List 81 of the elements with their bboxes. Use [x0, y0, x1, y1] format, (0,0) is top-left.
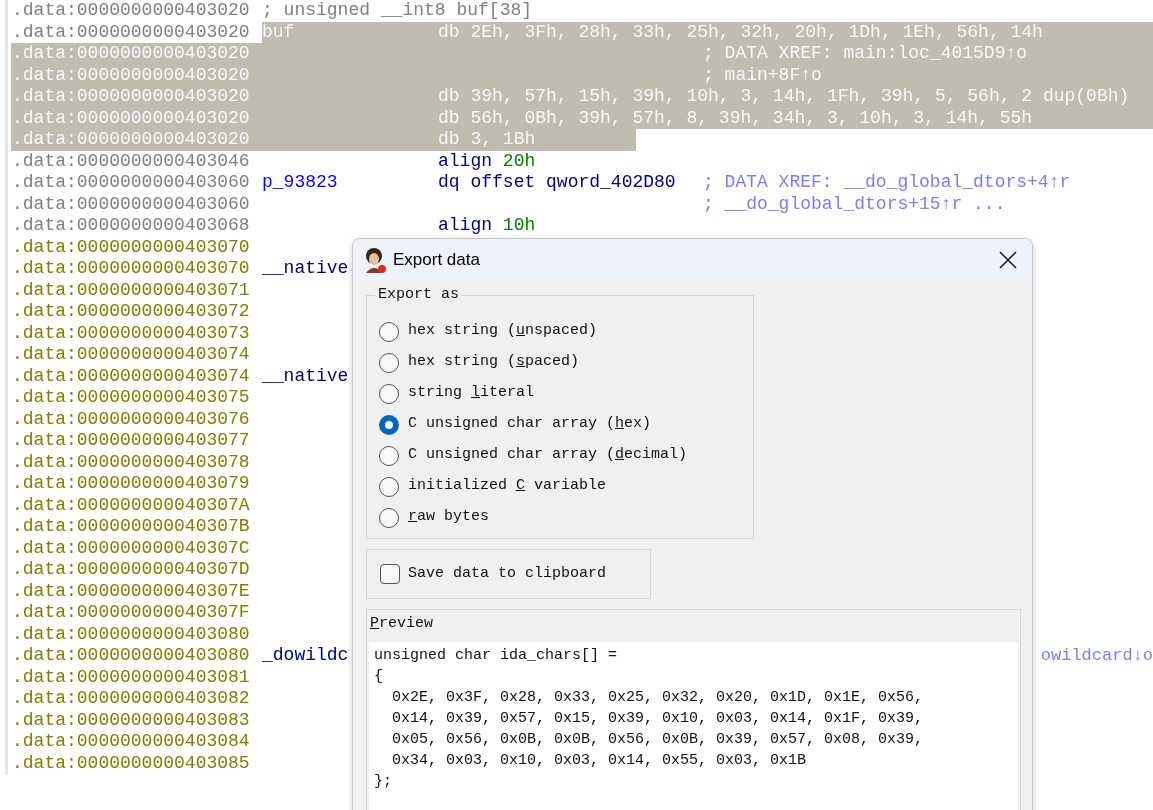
- instruction-text: db 2Eh, 3Fh, 28h, 33h, 25h, 32h, 20h, 1Dh, 1Eh, 56h, 14h: [438, 21, 1043, 42]
- close-icon: [999, 251, 1017, 269]
- comment-text: ; __do_global_dtors+15↑r ...: [703, 193, 1006, 215]
- address-text: .data:0000000000403080: [12, 623, 250, 644]
- address-text: .data:0000000000403075: [12, 387, 250, 407]
- radio-label: raw bytes: [408, 507, 490, 528]
- label-text: __native: [262, 365, 349, 386]
- address-text: .data:0000000000403046: [12, 150, 250, 171]
- address-text: .data:0000000000403085: [12, 752, 250, 773]
- address-text: .data:0000000000403079: [12, 473, 250, 493]
- comment-text: ; main+8F↑o: [703, 64, 822, 86]
- address-text: .data:0000000000403071: [12, 279, 250, 300]
- address-text: .data:0000000000403020: [12, 21, 250, 42]
- address-text: .data:0000000000403080: [12, 645, 250, 665]
- address-text: .data:0000000000403073: [12, 322, 250, 343]
- code-line: unsigned char ida_chars[] =: [374, 646, 618, 666]
- code-line: {: [374, 667, 383, 687]
- address-text: .data:0000000000403083: [12, 709, 250, 730]
- instruction-text: dq offset qword_402D80: [438, 172, 676, 192]
- radio-label: hex string (unspaced): [408, 321, 598, 342]
- instruction-text: db 56h, 0Bh, 39h, 57h, 8, 39h, 34h, 3, 10h, 3, 14h, 55h: [438, 107, 1033, 128]
- address-text: .data:0000000000403077: [12, 430, 250, 450]
- address-text: .data:0000000000403060: [12, 193, 250, 214]
- code-line: 0x34, 0x03, 0x10, 0x03, 0x14, 0x55, 0x03, 0x1B: [391, 751, 807, 771]
- address-text: .data:0000000000403072: [12, 301, 250, 321]
- address-text: .data:0000000000403060: [12, 172, 250, 192]
- radio-label: C unsigned char array (hex): [408, 414, 652, 435]
- address-text: .data:0000000000403074: [12, 365, 250, 386]
- address-text: .data:000000000040307C: [12, 537, 250, 558]
- comment-text: ; DATA XREF: main:loc_4015D9↑o: [703, 43, 1028, 65]
- code-line: 0x2E, 0x3F, 0x28, 0x33, 0x25, 0x32, 0x20, 0x1D, 0x1E, 0x56,: [391, 688, 924, 708]
- label-text: buf: [262, 21, 295, 42]
- label-text: __native: [262, 258, 349, 278]
- address-text: .data:0000000000403020: [12, 64, 250, 85]
- label-text: p_93823: [262, 172, 338, 192]
- checkbox-label: Save data to clipboard: [408, 563, 607, 584]
- comment-text: owildcard↓o: [1040, 645, 1153, 667]
- preview-label: Preview: [370, 615, 434, 632]
- address-text: .data:0000000000403070: [12, 236, 250, 257]
- address-text: .data:000000000040307B: [12, 516, 250, 536]
- address-text: .data:0000000000403078: [12, 451, 250, 472]
- instruction-text: db 3, 1Bh: [438, 129, 536, 149]
- radio-button[interactable]: [379, 414, 399, 435]
- label-text: _dowildc: [262, 645, 349, 665]
- checkbox[interactable]: [380, 564, 400, 584]
- address-text: .data:0000000000403081: [12, 666, 250, 687]
- address-text: .data:0000000000403020: [12, 107, 250, 128]
- radio-button[interactable]: [379, 383, 399, 404]
- address-text: .data:000000000040307F: [12, 602, 250, 622]
- radio-button[interactable]: [379, 321, 399, 342]
- radio-button[interactable]: [379, 445, 399, 466]
- address-text: .data:0000000000403082: [12, 688, 250, 708]
- instruction-text: align 10h: [438, 215, 536, 235]
- figure-icon: [363, 247, 387, 273]
- address-text: .data:0000000000403076: [12, 408, 250, 429]
- comment-text: ; unsigned __int8 buf[38]: [262, 0, 533, 20]
- address-text: .data:0000000000403020: [12, 129, 250, 149]
- radio-button[interactable]: [379, 476, 399, 497]
- address-text: .data:000000000040307A: [12, 494, 250, 515]
- radio-button[interactable]: [379, 507, 399, 528]
- address-text: .data:000000000040307D: [12, 559, 250, 579]
- address-text: .data:0000000000403020: [12, 86, 250, 106]
- radio-label: C unsigned char array (decimal): [408, 445, 688, 466]
- address-text: .data:0000000000403020: [12, 43, 250, 63]
- code-line: 0x14, 0x39, 0x57, 0x15, 0x39, 0x10, 0x03, 0x14, 0x1F, 0x39,: [391, 709, 924, 729]
- dialog-title: Export data: [393, 249, 481, 272]
- code-line: 0x05, 0x56, 0x0B, 0x0B, 0x56, 0x0B, 0x39, 0x57, 0x08, 0x39,: [391, 730, 924, 750]
- address-text: .data:0000000000403068: [12, 215, 250, 235]
- radio-label: initialized C variable: [408, 476, 607, 497]
- comment-text: ; DATA XREF: __do_global_dtors+4↑r: [703, 172, 1071, 194]
- address-text: .data:000000000040307E: [12, 580, 250, 601]
- address-text: .data:0000000000403020: [12, 0, 250, 20]
- address-text: .data:0000000000403074: [12, 344, 250, 364]
- instruction-text: align 20h: [438, 150, 536, 171]
- radio-label: string literal: [408, 383, 535, 404]
- instruction-text: db 39h, 57h, 15h, 39h, 10h, 3, 14h, 1Fh, 39h, 5, 56h, 2 dup(0Bh): [438, 86, 1130, 106]
- address-text: .data:0000000000403070: [12, 258, 250, 278]
- radio-label: hex string (spaced): [408, 352, 580, 373]
- code-line: };: [374, 772, 392, 792]
- address-text: .data:0000000000403084: [12, 731, 250, 751]
- radio-button[interactable]: [379, 352, 399, 373]
